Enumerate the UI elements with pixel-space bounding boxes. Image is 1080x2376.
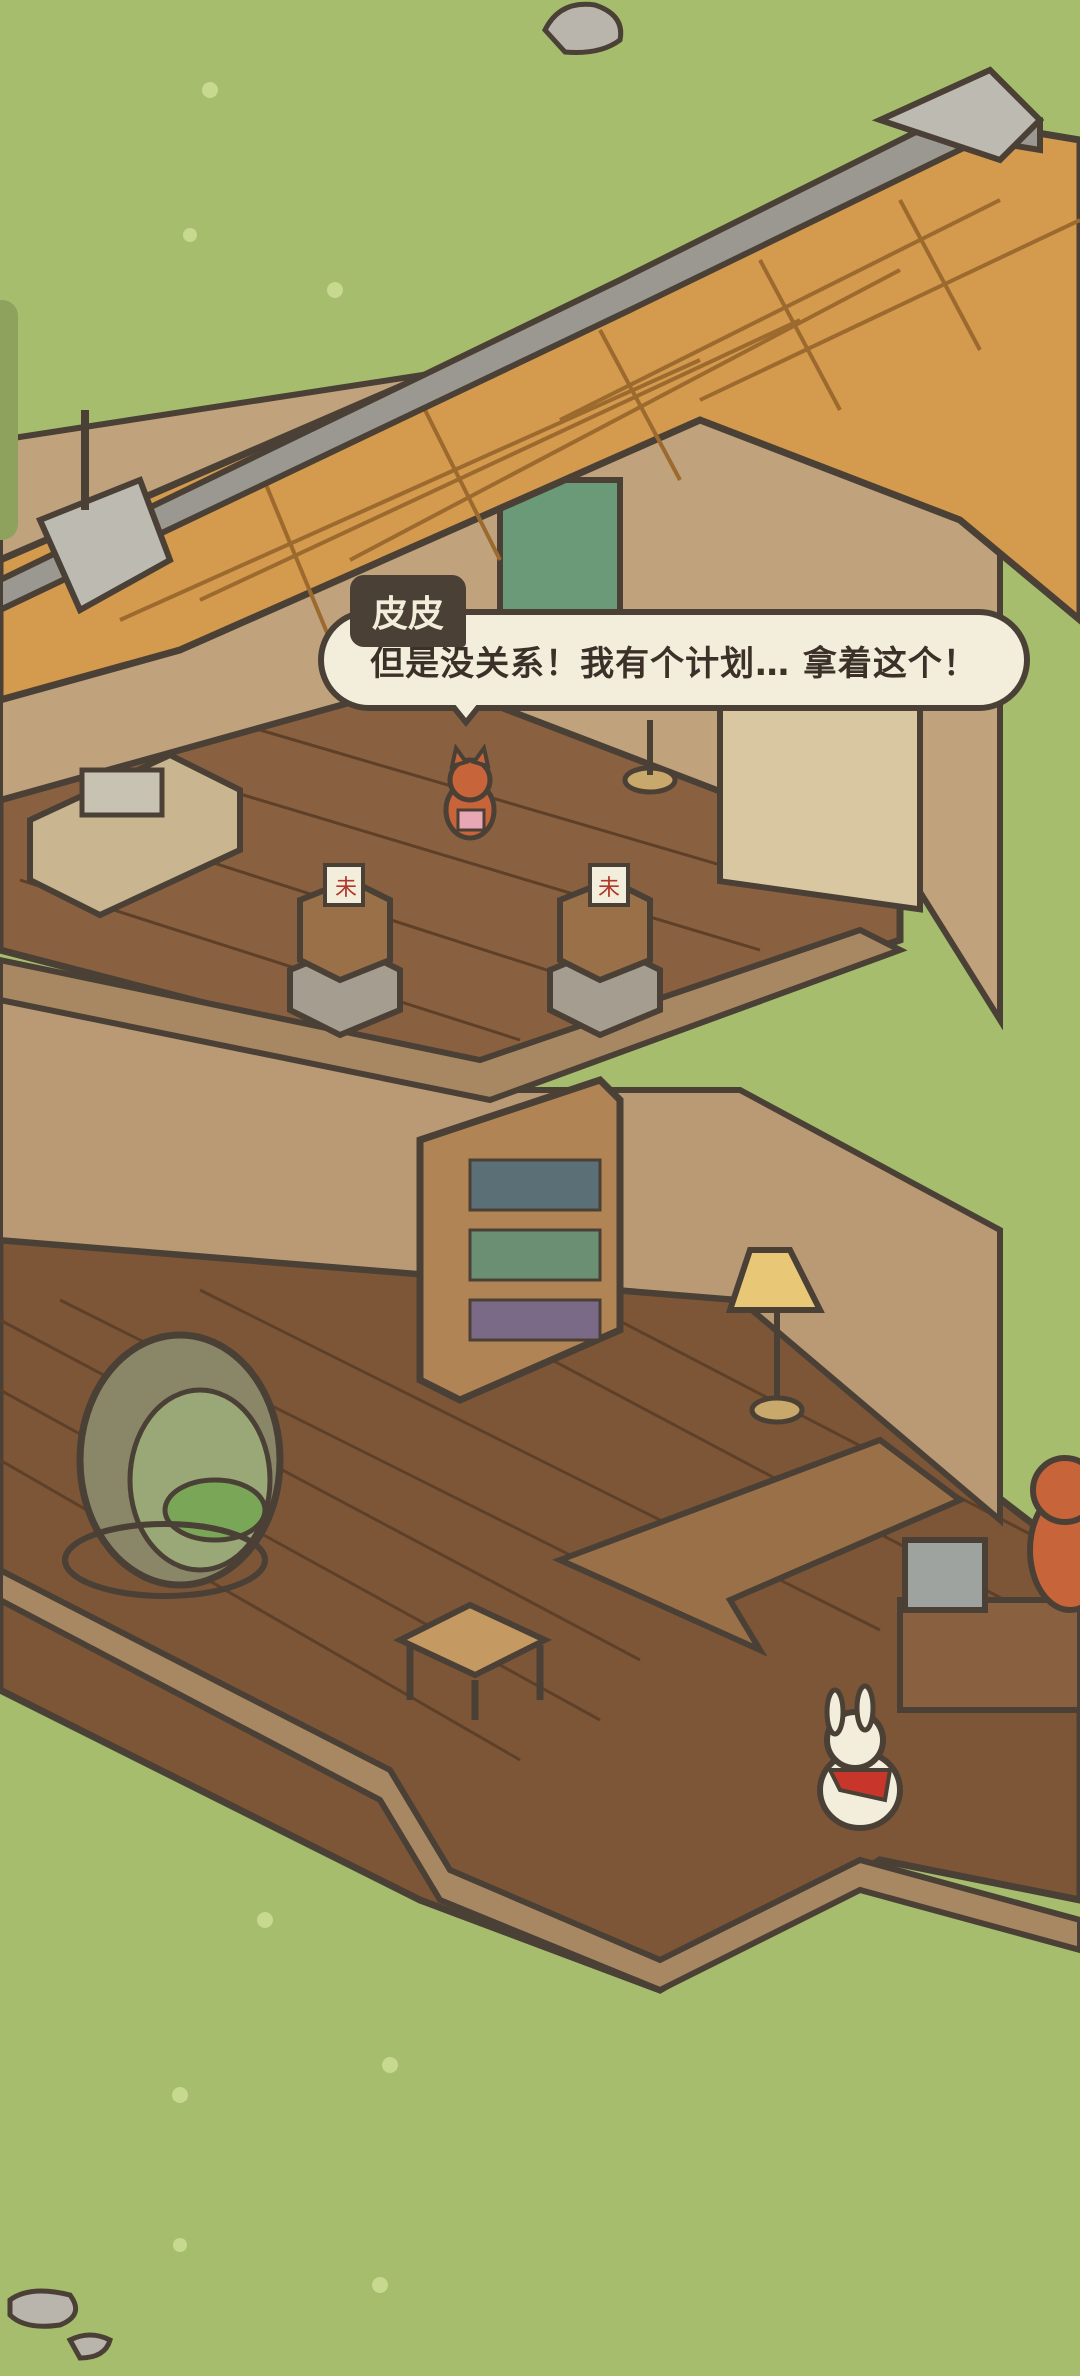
sign-1-text: 未 (335, 876, 357, 901)
dialogue-box[interactable]: 但是没关系！我有个计划… 拿着这个！ 皮皮 (318, 575, 1038, 755)
rock-top (541, 1, 624, 55)
tissue-box (79, 767, 165, 818)
fox-character-upper[interactable] (443, 743, 497, 841)
cash-register (902, 1537, 988, 1613)
speaker-name: 皮皮 (350, 575, 467, 647)
side-drawer-handle[interactable] (0, 300, 18, 540)
sign-2-text: 未 (598, 876, 620, 901)
game-scene[interactable]: 未 未 (0, 0, 1080, 2376)
fox-shopkeeper[interactable] (1027, 1455, 1080, 1613)
bubble-tail-inner (454, 703, 478, 718)
counter (897, 1597, 1080, 1713)
